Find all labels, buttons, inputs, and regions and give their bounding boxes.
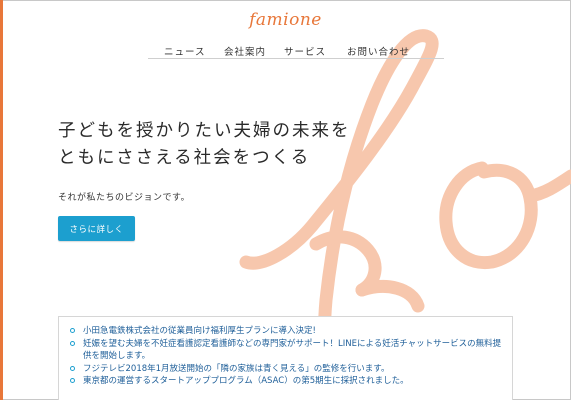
- news-item[interactable]: 妊娠を望む夫婦を不妊症看護認定看護師などの専門家がサポート！LINEによる妊活チ…: [69, 338, 502, 363]
- brand-logo[interactable]: famione: [0, 10, 571, 30]
- news-item[interactable]: フジテレビ2018年1月放送開始の「隣の家族は青く見える」の監修を行います。: [69, 363, 502, 376]
- nav-divider: [148, 58, 444, 59]
- nav-item-company[interactable]: 会社案内: [224, 44, 266, 58]
- news-item-text[interactable]: 東京都の運営するスタートアッププログラム（ASAC）の第5期生に採択されました。: [83, 376, 409, 386]
- main-nav: ニュース 会社案内 サービス お問い合わせ: [150, 44, 440, 58]
- nav-item-contact[interactable]: お問い合わせ: [347, 44, 410, 58]
- nav-item-news[interactable]: ニュース: [164, 44, 206, 58]
- news-item-text[interactable]: フジテレビ2018年1月放送開始の「隣の家族は青く見える」の監修を行います。: [83, 364, 389, 374]
- circle-bullet-icon: [70, 328, 75, 333]
- news-list: 小田急電鉄株式会社の従業員向け福利厚生プランに導入決定! 妊娠を望む夫婦を不妊症…: [69, 325, 502, 388]
- circle-bullet-icon: [70, 378, 75, 383]
- hero-headline-line-2: ともにささえる社会をつくる: [58, 148, 311, 168]
- hero-headline: 子どもを授かりたい夫婦の未来を ともにささえる社会をつくる: [58, 118, 351, 172]
- news-item[interactable]: 東京都の運営するスタートアッププログラム（ASAC）の第5期生に採択されました。: [69, 375, 502, 388]
- hero-subtext: それが私たちのビジョンです。: [58, 193, 191, 203]
- news-item-text[interactable]: 妊娠を望む夫婦を不妊症看護認定看護師などの専門家がサポート！LINEによる妊活チ…: [83, 339, 501, 362]
- left-accent-bar: [0, 0, 3, 400]
- circle-bullet-icon: [70, 365, 75, 371]
- hero-headline-line-1: 子どもを授かりたい夫婦の未来を: [58, 121, 351, 141]
- news-box: 小田急電鉄株式会社の従業員向け福利厚生プランに導入決定! 妊娠を望む夫婦を不妊症…: [58, 316, 513, 400]
- nav-item-services[interactable]: サービス: [284, 44, 326, 58]
- news-item[interactable]: 小田急電鉄株式会社の従業員向け福利厚生プランに導入決定!: [69, 325, 502, 338]
- learn-more-button[interactable]: さらに詳しく: [58, 216, 135, 241]
- news-item-text[interactable]: 小田急電鉄株式会社の従業員向け福利厚生プランに導入決定!: [83, 326, 316, 336]
- circle-bullet-icon: [70, 340, 75, 346]
